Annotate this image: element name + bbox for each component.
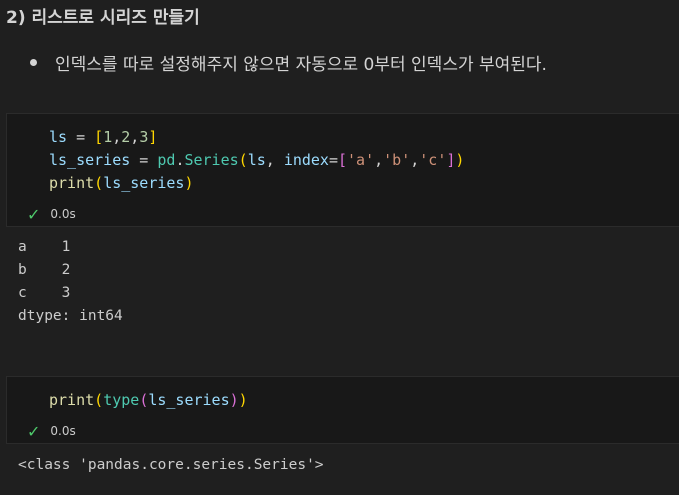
cell-output-1[interactable]: a 1 b 2 c 3 dtype: int64 — [18, 236, 123, 328]
bullet-dot-icon — [30, 59, 37, 66]
execution-time: 0.0s — [50, 424, 76, 438]
code-editor[interactable]: print(type(ls_series)) — [49, 389, 248, 412]
output-line: <class 'pandas.core.series.Series'> — [18, 457, 324, 473]
code-line-1: ls = [1,2,3] — [49, 128, 158, 146]
section-heading: 2) 리스트로 시리즈 만들기 — [6, 8, 200, 28]
execution-time: 0.0s — [50, 207, 76, 221]
check-icon: ✓ — [27, 422, 41, 441]
execution-status: ✓ 0.0s — [27, 420, 76, 441]
output-line: a 1 — [18, 239, 71, 255]
code-line-1: print(type(ls_series)) — [49, 391, 248, 409]
check-icon: ✓ — [27, 205, 41, 224]
code-line-2: ls_series = pd.Series(ls, index=['a','b'… — [49, 151, 465, 169]
code-line-3: print(ls_series) — [49, 174, 194, 192]
execution-status: ✓ 0.0s — [27, 203, 76, 224]
output-line: dtype: int64 — [18, 308, 123, 324]
bullet-text: 인덱스를 따로 설정해주지 않으면 자동으로 0부터 인덱스가 부여된다. — [55, 55, 547, 75]
code-cell-1[interactable]: ls = [1,2,3] ls_series = pd.Series(ls, in… — [6, 113, 679, 227]
code-editor[interactable]: ls = [1,2,3] ls_series = pd.Series(ls, in… — [49, 126, 464, 195]
cell-output-2[interactable]: <class 'pandas.core.series.Series'> — [18, 454, 324, 477]
code-cell-2[interactable]: print(type(ls_series)) ✓ 0.0s — [6, 376, 679, 444]
output-line: c 3 — [18, 285, 71, 301]
output-line: b 2 — [18, 262, 71, 278]
